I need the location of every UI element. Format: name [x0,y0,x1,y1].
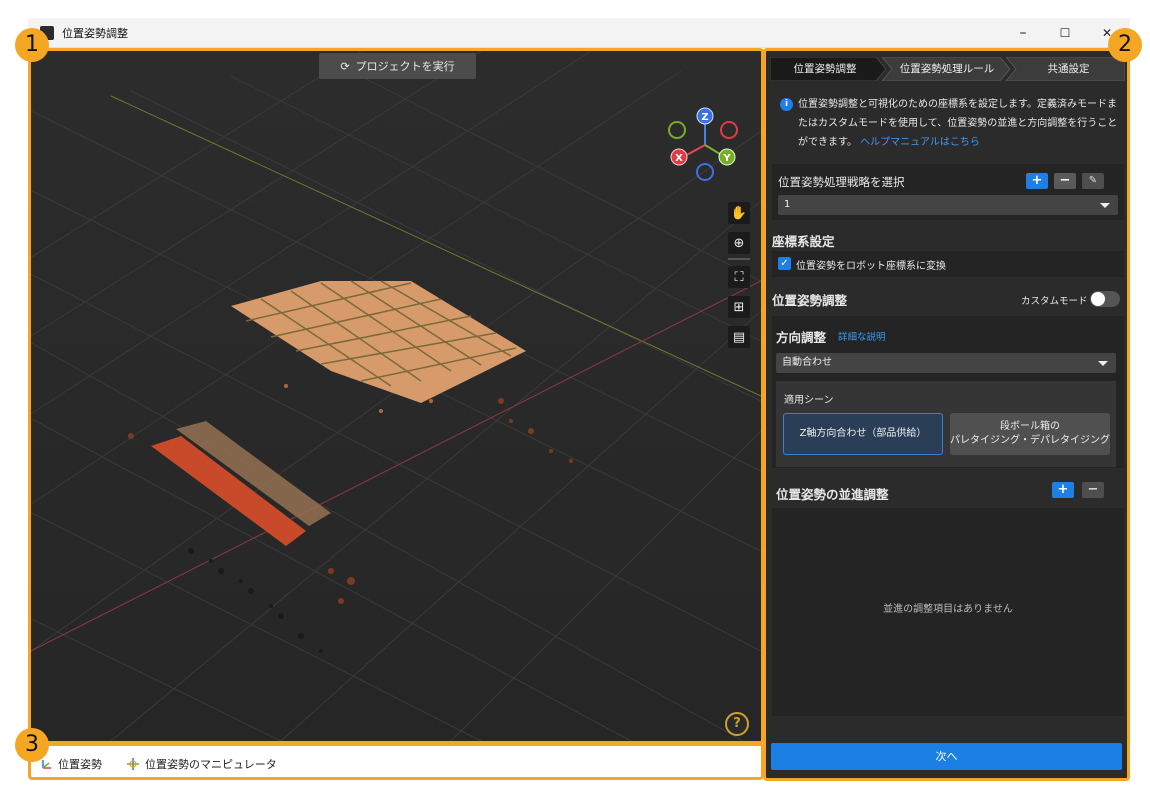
maximize-button[interactable]: ☐ [1050,22,1080,44]
annotation-frame-3 [28,743,764,780]
window-titlebar: 位置姿勢調整 – ☐ ✕ [28,18,1130,48]
annotation-frame-2 [763,48,1130,781]
annotation-badge-2: 2 [1108,28,1142,62]
window-title: 位置姿勢調整 [62,27,128,40]
minimize-button[interactable]: – [1008,22,1038,44]
annotation-badge-1: 1 [15,28,49,62]
annotation-frame-1 [28,48,764,744]
annotation-badge-3: 3 [15,728,49,762]
